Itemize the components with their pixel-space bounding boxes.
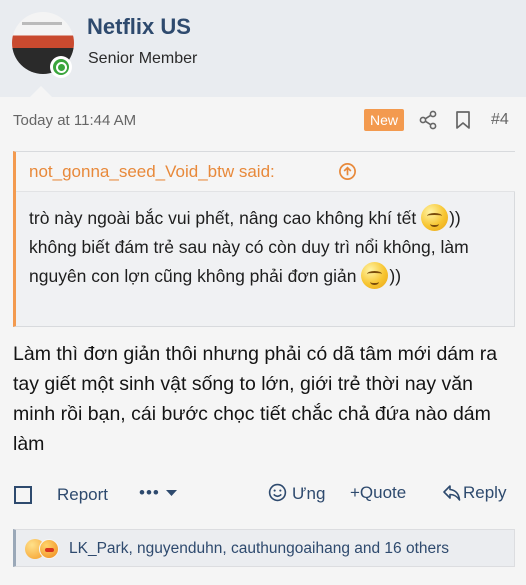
reply-arrow-icon [443,485,461,501]
react-label: Ưng [292,484,326,503]
quote-header: not_gonna_seed_Void_btw said: [16,152,515,192]
smirk-emoji-icon [361,262,389,289]
online-status-icon [50,56,72,78]
reaction-icons [25,539,65,559]
reply-text: Làm thì đơn giản thôi nhưng phải có dã t… [13,343,498,455]
quote-text: trò này ngoài bắc vui phết, nâng cao khô… [29,204,509,291]
post-actions: Report ••• Ưng +Quote Reply [0,477,526,513]
user-title: Senior Member [88,50,198,67]
love-reaction-icon [39,539,59,559]
user-header: Netflix US Senior Member [0,0,526,97]
quote-button[interactable]: +Quote [350,483,406,503]
message-pointer [30,86,52,97]
new-badge: New [364,109,405,131]
smile-icon [268,483,287,502]
post-number[interactable]: #4 [491,111,509,129]
bookmark-icon[interactable] [454,110,472,130]
share-icon[interactable] [418,110,438,130]
username[interactable]: Netflix US [87,14,191,40]
chevron-down-icon [165,490,177,496]
quote-text-part-3: )) [389,266,402,286]
more-options-label: ••• [139,483,160,502]
post-timestamp[interactable]: Today at 11:44 AM [13,112,136,129]
report-button[interactable]: Report [57,485,108,505]
reactions-summary[interactable]: LK_Park, nguyenduhn, cauthungoaihang and… [69,540,449,558]
smirk-emoji-icon [421,204,449,231]
quote-block: not_gonna_seed_Void_btw said: trò này ng… [13,151,515,327]
react-button[interactable]: Ưng [268,483,325,504]
arrow-up-circle-icon[interactable] [338,162,357,181]
reply-button[interactable]: Reply [443,483,506,503]
reactions-bar[interactable]: LK_Park, nguyenduhn, cauthungoaihang and… [13,529,515,567]
quote-text-part-1: trò này ngoài bắc vui phết, nâng cao khô… [29,208,422,228]
more-options-button[interactable]: ••• [139,483,177,503]
select-checkbox[interactable] [14,486,32,504]
reply-label: Reply [463,483,507,502]
message-body: Today at 11:44 AM New #4 not_gonna_seed_… [0,97,526,585]
message-meta: Today at 11:44 AM New #4 [0,97,526,141]
quote-author[interactable]: not_gonna_seed_Void_btw said: [29,162,275,182]
